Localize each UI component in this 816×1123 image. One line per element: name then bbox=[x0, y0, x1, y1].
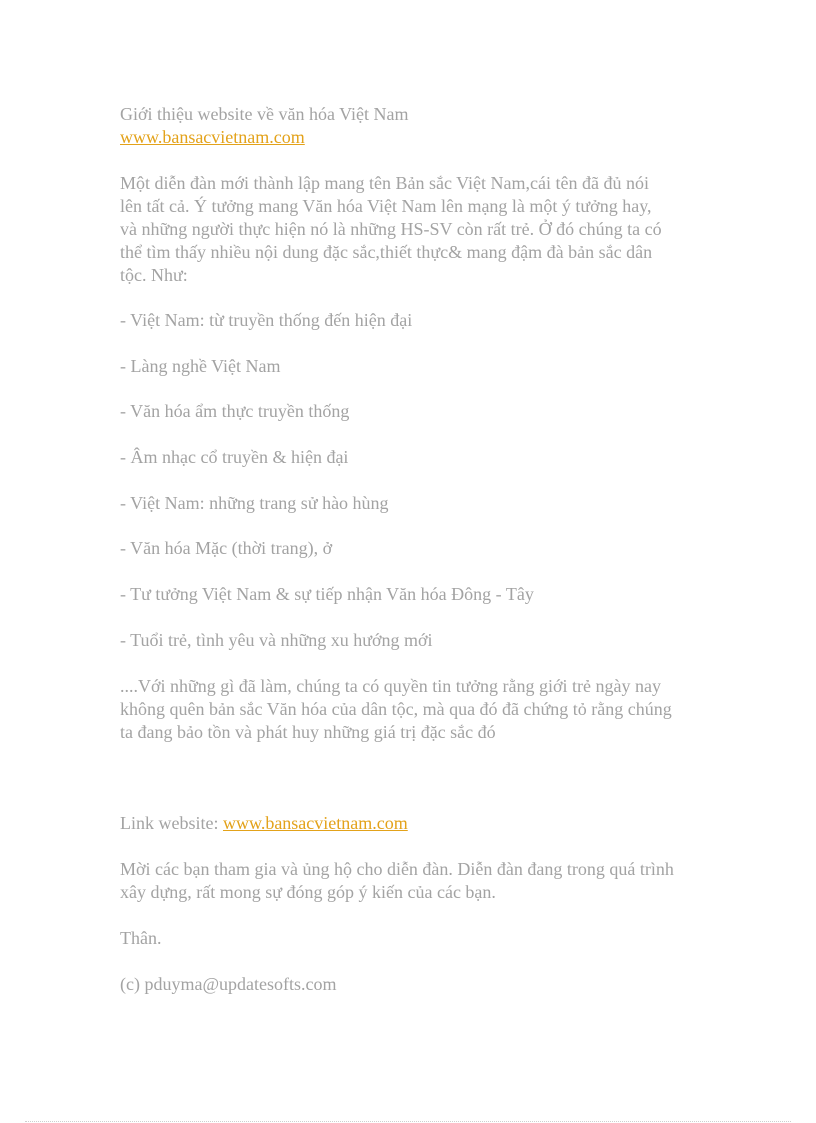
intro-paragraph: Một diễn đàn mới thành lập mang tên Bản … bbox=[120, 172, 720, 287]
invite-line: Mời các bạn tham gia và ủng hộ cho diễn … bbox=[120, 858, 674, 879]
intro-line: thể tìm thấy nhiều nội dung đặc sắc,thiế… bbox=[120, 242, 653, 262]
title-website-link[interactable]: www.bansacvietnam.com bbox=[120, 127, 305, 147]
invite-paragraph: Mời các bạn tham gia và ủng hộ cho diễn … bbox=[120, 858, 720, 904]
intro-line: và những người thực hiện nó là những HS-… bbox=[120, 219, 662, 239]
invite-line: xây dựng, rất mong sự đóng góp ý kiến củ… bbox=[120, 881, 496, 902]
list-item: - Tư tưởng Việt Nam & sự tiếp nhận Văn h… bbox=[120, 584, 534, 605]
topic-list: - Việt Nam: từ truyền thống đến hiện đại… bbox=[120, 309, 720, 652]
document-title: Giới thiệu website về văn hóa Việt Nam bbox=[120, 104, 409, 124]
signoff: Thân. bbox=[120, 927, 162, 948]
list-item: - Văn hóa ẩm thực truyền thống bbox=[120, 401, 350, 422]
list-item: - Việt Nam: từ truyền thống đến hiện đại bbox=[120, 310, 413, 330]
closing-line: ta đang bảo tồn và phát huy những giá tr… bbox=[120, 721, 496, 742]
intro-line: lên tất cả. Ý tưởng mang Văn hóa Việt Na… bbox=[120, 196, 652, 216]
intro-line: Một diễn đàn mới thành lập mang tên Bản … bbox=[120, 173, 649, 193]
list-item: - Văn hóa Mặc (thời trang), ở bbox=[120, 538, 333, 559]
document-page: Giới thiệu website về văn hóa Việt Nam w… bbox=[120, 103, 720, 996]
intro-line: tộc. Như: bbox=[120, 265, 188, 285]
website-link[interactable]: www.bansacvietnam.com bbox=[223, 813, 408, 833]
list-item: - Việt Nam: những trang sử hào hùng bbox=[120, 492, 389, 513]
list-item: - Làng nghề Việt Nam bbox=[120, 355, 281, 376]
closing-line: không quên bản sắc Văn hóa của dân tộc, … bbox=[120, 698, 672, 719]
page-bottom-divider bbox=[25, 1121, 791, 1122]
closing-paragraph: ....Với những gì đã làm, chúng ta có quy… bbox=[120, 675, 720, 744]
link-website-line: Link website: www.bansacvietnam.com bbox=[120, 812, 720, 835]
list-item: - Âm nhạc cổ truyền & hiện đại bbox=[120, 447, 349, 468]
list-item: - Tuổi trẻ, tình yêu và những xu hướng m… bbox=[120, 629, 433, 650]
link-label: Link website: bbox=[120, 812, 223, 833]
closing-line: ....Với những gì đã làm, chúng ta có quy… bbox=[120, 675, 661, 696]
copyright-line: (c) pduyma@updatesofts.com bbox=[120, 973, 337, 994]
